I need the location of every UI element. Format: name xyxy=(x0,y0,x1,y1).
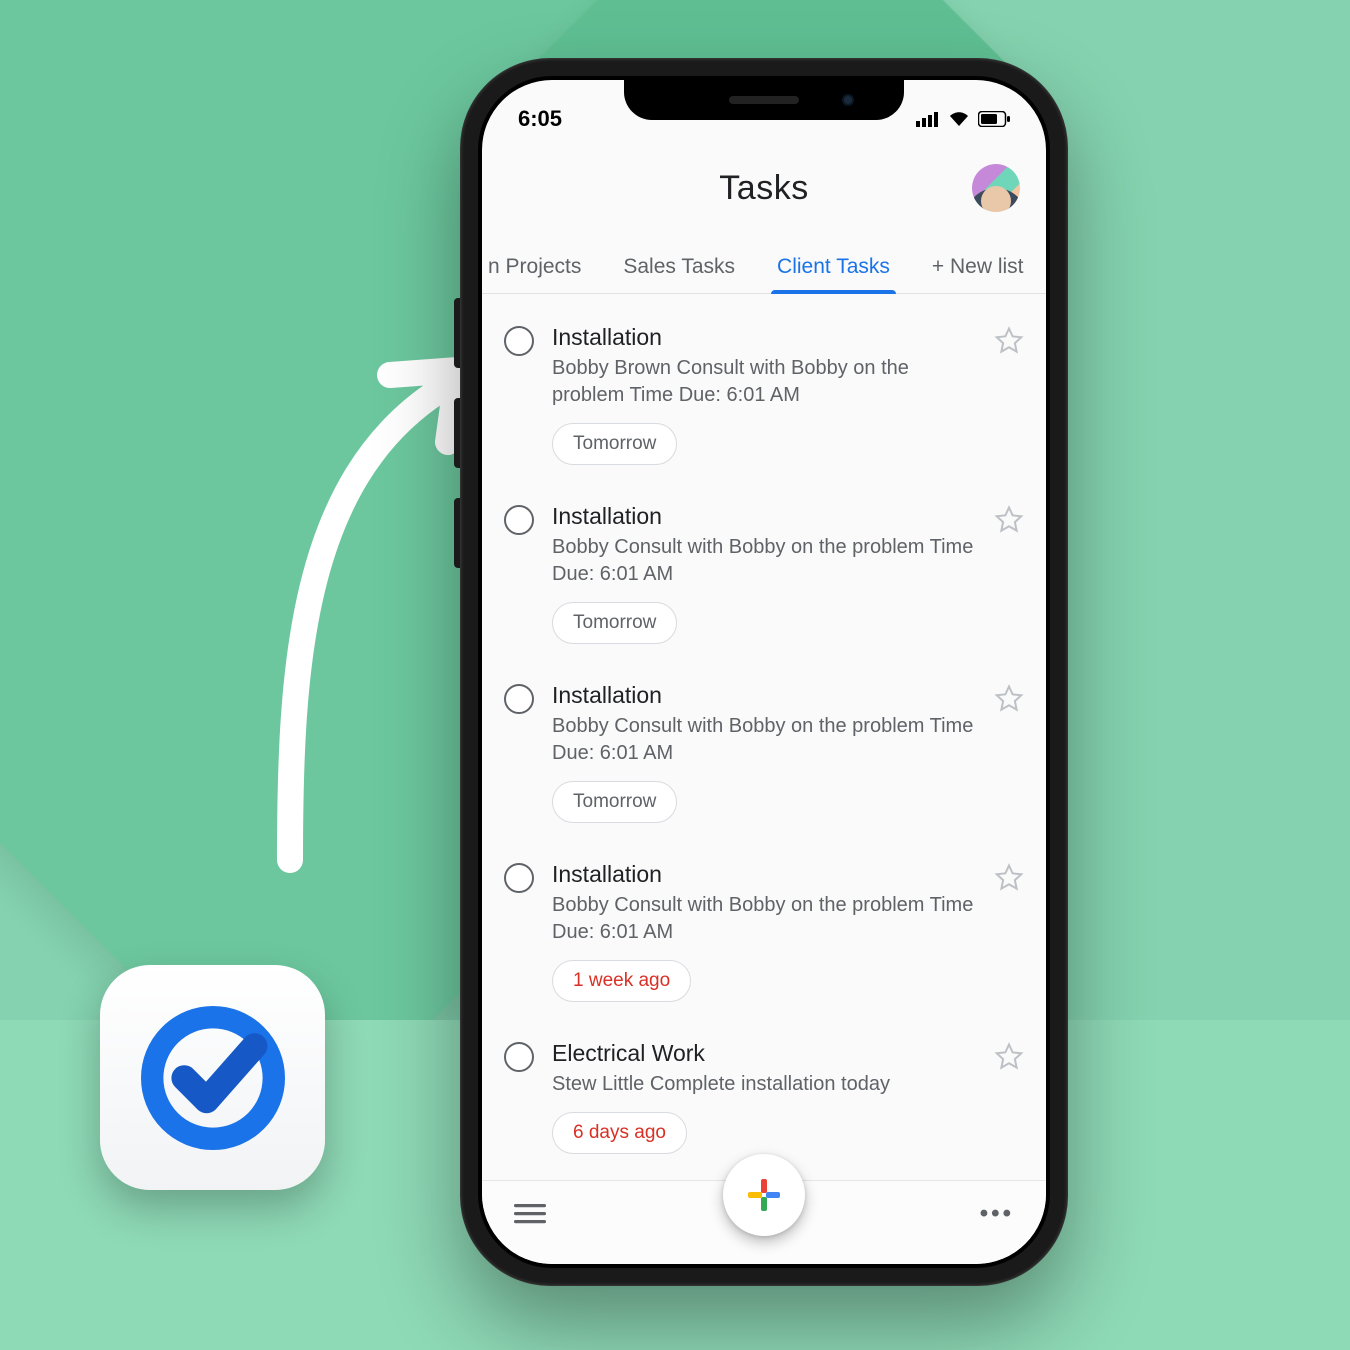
phone-screen: 6:05 xyxy=(482,80,1046,1264)
phone-notch xyxy=(624,80,904,120)
add-task-button[interactable] xyxy=(723,1154,805,1236)
bottom-app-bar: ••• xyxy=(482,1180,1046,1264)
task-title: Installation xyxy=(552,324,976,351)
task-title: Installation xyxy=(552,503,976,530)
wifi-icon xyxy=(948,111,970,127)
tab-client-tasks[interactable]: Client Tasks xyxy=(771,255,896,293)
task-body[interactable]: Electrical Work Stew Little Complete ins… xyxy=(552,1040,976,1154)
tab-label: n Projects xyxy=(488,255,581,278)
page-title: Tasks xyxy=(719,169,808,208)
phone-mockup: 6:05 xyxy=(460,58,1068,1286)
task-body[interactable]: Installation Bobby Consult with Bobby on… xyxy=(552,682,976,823)
google-tasks-app-icon xyxy=(100,965,325,1190)
cellular-icon xyxy=(916,111,940,127)
tab-label: Sales Tasks xyxy=(623,255,735,278)
star-icon[interactable] xyxy=(994,684,1024,714)
task-description: Stew Little Complete installation today xyxy=(552,1071,976,1098)
star-icon[interactable] xyxy=(994,863,1024,893)
task-body[interactable]: Installation Bobby Consult with Bobby on… xyxy=(552,503,976,644)
tab-label: + New list xyxy=(932,255,1024,278)
account-avatar[interactable] xyxy=(972,164,1020,212)
task-checkbox[interactable] xyxy=(504,684,534,714)
task-list[interactable]: Installation Bobby Brown Consult with Bo… xyxy=(482,294,1046,1264)
due-chip[interactable]: 6 days ago xyxy=(552,1112,687,1154)
tab-sales-tasks[interactable]: Sales Tasks xyxy=(617,255,741,293)
task-body[interactable]: Installation Bobby Brown Consult with Bo… xyxy=(552,324,976,465)
status-time: 6:05 xyxy=(518,106,562,132)
task-checkbox[interactable] xyxy=(504,505,534,535)
star-icon[interactable] xyxy=(994,505,1024,535)
plus-icon xyxy=(744,1175,784,1215)
tab-new-list[interactable]: + New list xyxy=(926,255,1030,293)
tab-label: Client Tasks xyxy=(777,255,890,278)
task-description: Bobby Brown Consult with Bobby on the pr… xyxy=(552,355,976,409)
task-description: Bobby Consult with Bobby on the problem … xyxy=(552,534,976,588)
task-checkbox[interactable] xyxy=(504,863,534,893)
task-title: Installation xyxy=(552,861,976,888)
task-checkbox[interactable] xyxy=(504,1042,534,1072)
task-title: Electrical Work xyxy=(552,1040,976,1067)
menu-icon[interactable] xyxy=(514,1202,546,1226)
task-title: Installation xyxy=(552,682,976,709)
due-chip[interactable]: Tomorrow xyxy=(552,602,677,644)
task-body[interactable]: Installation Bobby Consult with Bobby on… xyxy=(552,861,976,1002)
star-icon[interactable] xyxy=(994,1042,1024,1072)
due-chip[interactable]: Tomorrow xyxy=(552,423,677,465)
list-tabs: n Projects Sales Tasks Client Tasks + Ne… xyxy=(482,236,1046,294)
tasks-check-icon xyxy=(133,998,293,1158)
due-chip[interactable]: Tomorrow xyxy=(552,781,677,823)
task-row[interactable]: Installation Bobby Consult with Bobby on… xyxy=(482,479,1046,658)
star-icon[interactable] xyxy=(994,326,1024,356)
tab-projects[interactable]: n Projects xyxy=(482,255,587,293)
task-row[interactable]: Installation Bobby Consult with Bobby on… xyxy=(482,658,1046,837)
task-checkbox[interactable] xyxy=(504,326,534,356)
phone-bezel: 6:05 xyxy=(478,76,1050,1268)
task-row[interactable]: Electrical Work Stew Little Complete ins… xyxy=(482,1016,1046,1168)
background-scene: 6:05 xyxy=(0,0,1350,1350)
app-header: Tasks xyxy=(482,140,1046,236)
task-row[interactable]: Installation Bobby Brown Consult with Bo… xyxy=(482,300,1046,479)
task-row[interactable]: Installation Bobby Consult with Bobby on… xyxy=(482,837,1046,1016)
task-description: Bobby Consult with Bobby on the problem … xyxy=(552,713,976,767)
due-chip[interactable]: 1 week ago xyxy=(552,960,691,1002)
battery-icon xyxy=(978,111,1010,127)
task-description: Bobby Consult with Bobby on the problem … xyxy=(552,892,976,946)
